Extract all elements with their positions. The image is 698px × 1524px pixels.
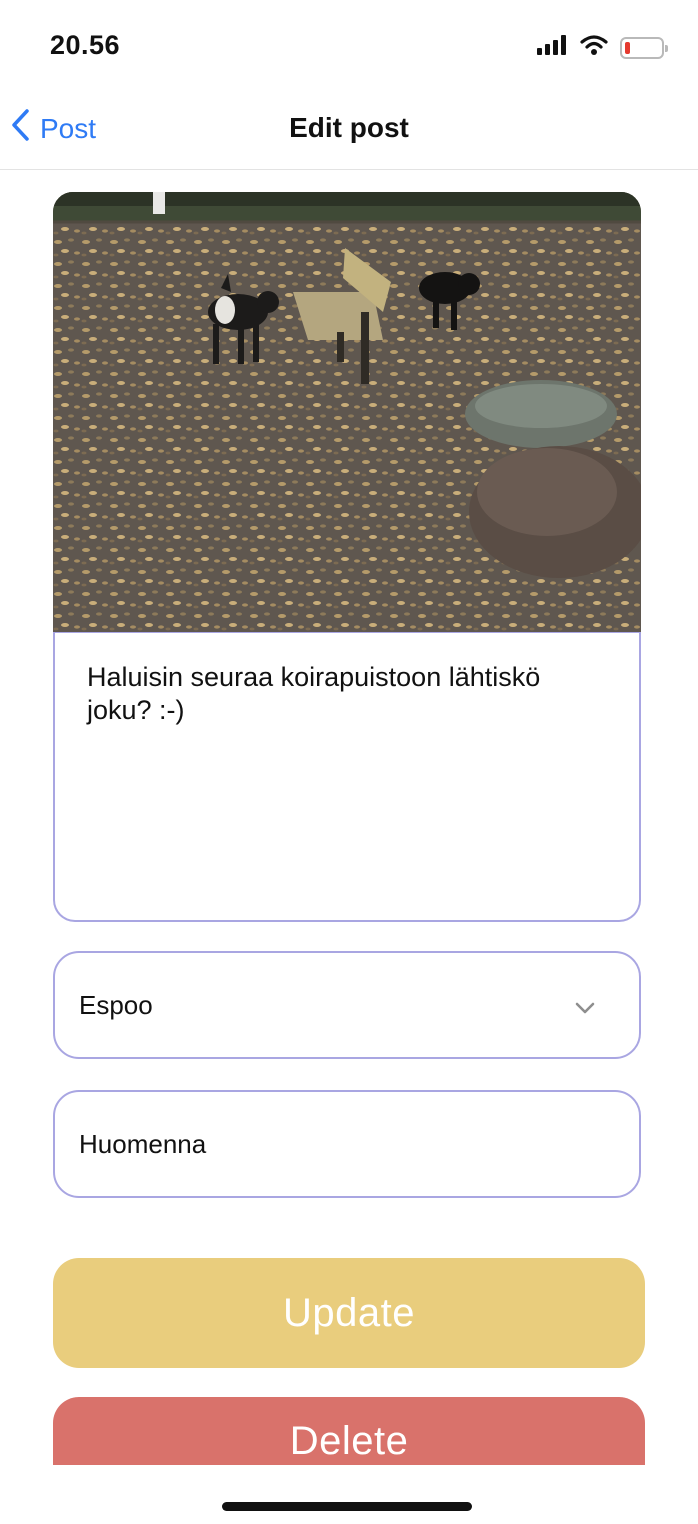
location-value: Espoo xyxy=(79,989,153,1020)
location-select[interactable]: Espoo xyxy=(53,951,641,1059)
date-input[interactable]: Huomenna xyxy=(53,1090,641,1198)
delete-button[interactable]: Delete xyxy=(53,1397,645,1465)
page-title: Edit post xyxy=(289,112,409,143)
update-button[interactable]: Update xyxy=(53,1258,645,1368)
status-time: 20.56 xyxy=(50,30,121,60)
battery-icon xyxy=(620,36,668,59)
signal-icon xyxy=(536,34,568,61)
post-text-area[interactable]: Haluisin seuraa koirapuistoon lähtiskö j… xyxy=(53,632,641,922)
edit-post-screen: 20.56 Post Edit post Haluisin seuraa koi… xyxy=(0,0,698,1524)
status-icons xyxy=(536,34,668,61)
chevron-down-icon xyxy=(575,991,595,1022)
date-value: Huomenna xyxy=(79,1128,207,1159)
post-image[interactable] xyxy=(53,192,641,634)
status-bar: 20.56 xyxy=(0,0,698,90)
home-indicator xyxy=(222,1502,472,1511)
navigation-bar: Post Edit post xyxy=(0,90,698,170)
battery-level xyxy=(625,41,630,54)
wifi-icon xyxy=(580,34,608,61)
